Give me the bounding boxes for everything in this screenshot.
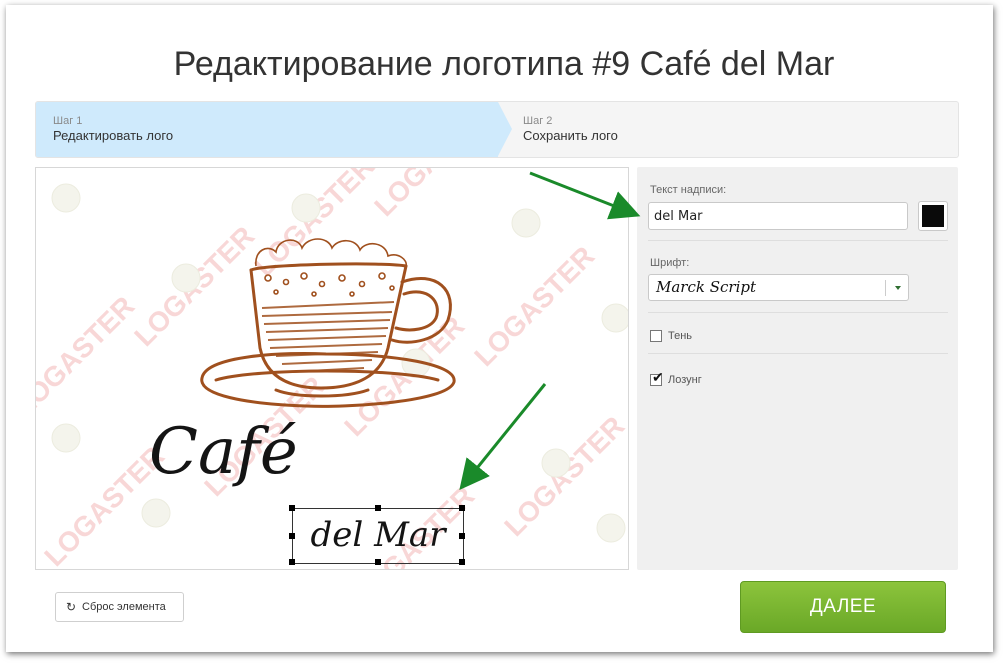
shadow-label: Тень [668,330,693,342]
resize-handle[interactable] [459,559,465,565]
slogan-selection-box[interactable]: del Mar [289,505,465,565]
step-1-label: Редактировать лого [53,128,174,143]
step-arrow [498,102,512,156]
step-2-label: Сохранить лого [523,128,618,143]
coffee-cup-icon [200,238,456,408]
resize-handle[interactable] [289,505,295,511]
resize-handle[interactable] [375,559,381,565]
wizard-steps: Шаг 1 Редактировать лого Шаг 2 Сохранить… [35,101,959,158]
watermark-text: LOGASTER [368,168,500,222]
logo-canvas[interactable]: LOGASTER LOGASTER LOGASTER LOGASTER LOGA… [35,167,629,570]
font-select[interactable]: Marck Script [648,274,909,301]
resize-handle[interactable] [289,559,295,565]
resize-handle[interactable] [289,533,295,539]
text-color-picker[interactable] [918,201,948,231]
next-button-label: ДАЛЕЕ [809,596,877,617]
divider [648,240,948,241]
caption-text-input[interactable]: del Mar [648,202,908,230]
step-2[interactable]: Шаг 2 Сохранить лого [512,102,958,157]
reset-button-label: Сброс элемента [82,601,166,613]
step-1[interactable]: Шаг 1 Редактировать лого [36,102,498,157]
watermark-mark [51,183,81,213]
slogan-checkbox[interactable]: ✔ [650,370,664,386]
page-title: Редактирование логотипа #9 Café del Mar [173,44,835,83]
watermark-text: LOGASTER [36,290,140,422]
step-1-number: Шаг 1 [53,115,83,127]
resize-handle[interactable] [459,505,465,511]
divider [648,353,948,354]
resize-handle[interactable] [375,505,381,511]
step-2-number: Шаг 2 [523,115,553,127]
font-label: Шрифт: [650,257,690,269]
resize-handle[interactable] [459,533,465,539]
divider [648,312,948,313]
watermark-mark [141,498,171,528]
chevron-down-icon[interactable] [895,286,901,290]
watermark-mark [541,448,571,478]
check-icon: ✔ [652,369,664,385]
select-divider [885,280,886,296]
watermark-mark [291,193,321,223]
shadow-checkbox[interactable] [650,330,662,342]
watermark-mark [601,303,628,333]
reset-element-button[interactable]: ↻ Сброс элемента [55,592,184,622]
next-button[interactable]: ДАЛЕЕ [740,581,946,633]
refresh-icon: ↻ [66,600,77,614]
slogan-label: Лозунг [668,374,702,386]
watermark-mark [511,208,541,238]
watermark-text: LOGASTER [468,240,600,372]
logo-slogan-text[interactable]: del Mar [293,515,463,555]
watermark-mark [596,513,626,543]
text-field-label: Текст надписи: [650,184,727,196]
properties-panel: Текст надписи: del Mar Шрифт: Marck Scri… [637,167,958,570]
logo-title-text[interactable]: Café [149,415,298,489]
watermark-mark [51,423,81,453]
font-select-value: Marck Script [656,278,757,296]
color-swatch [922,205,944,227]
